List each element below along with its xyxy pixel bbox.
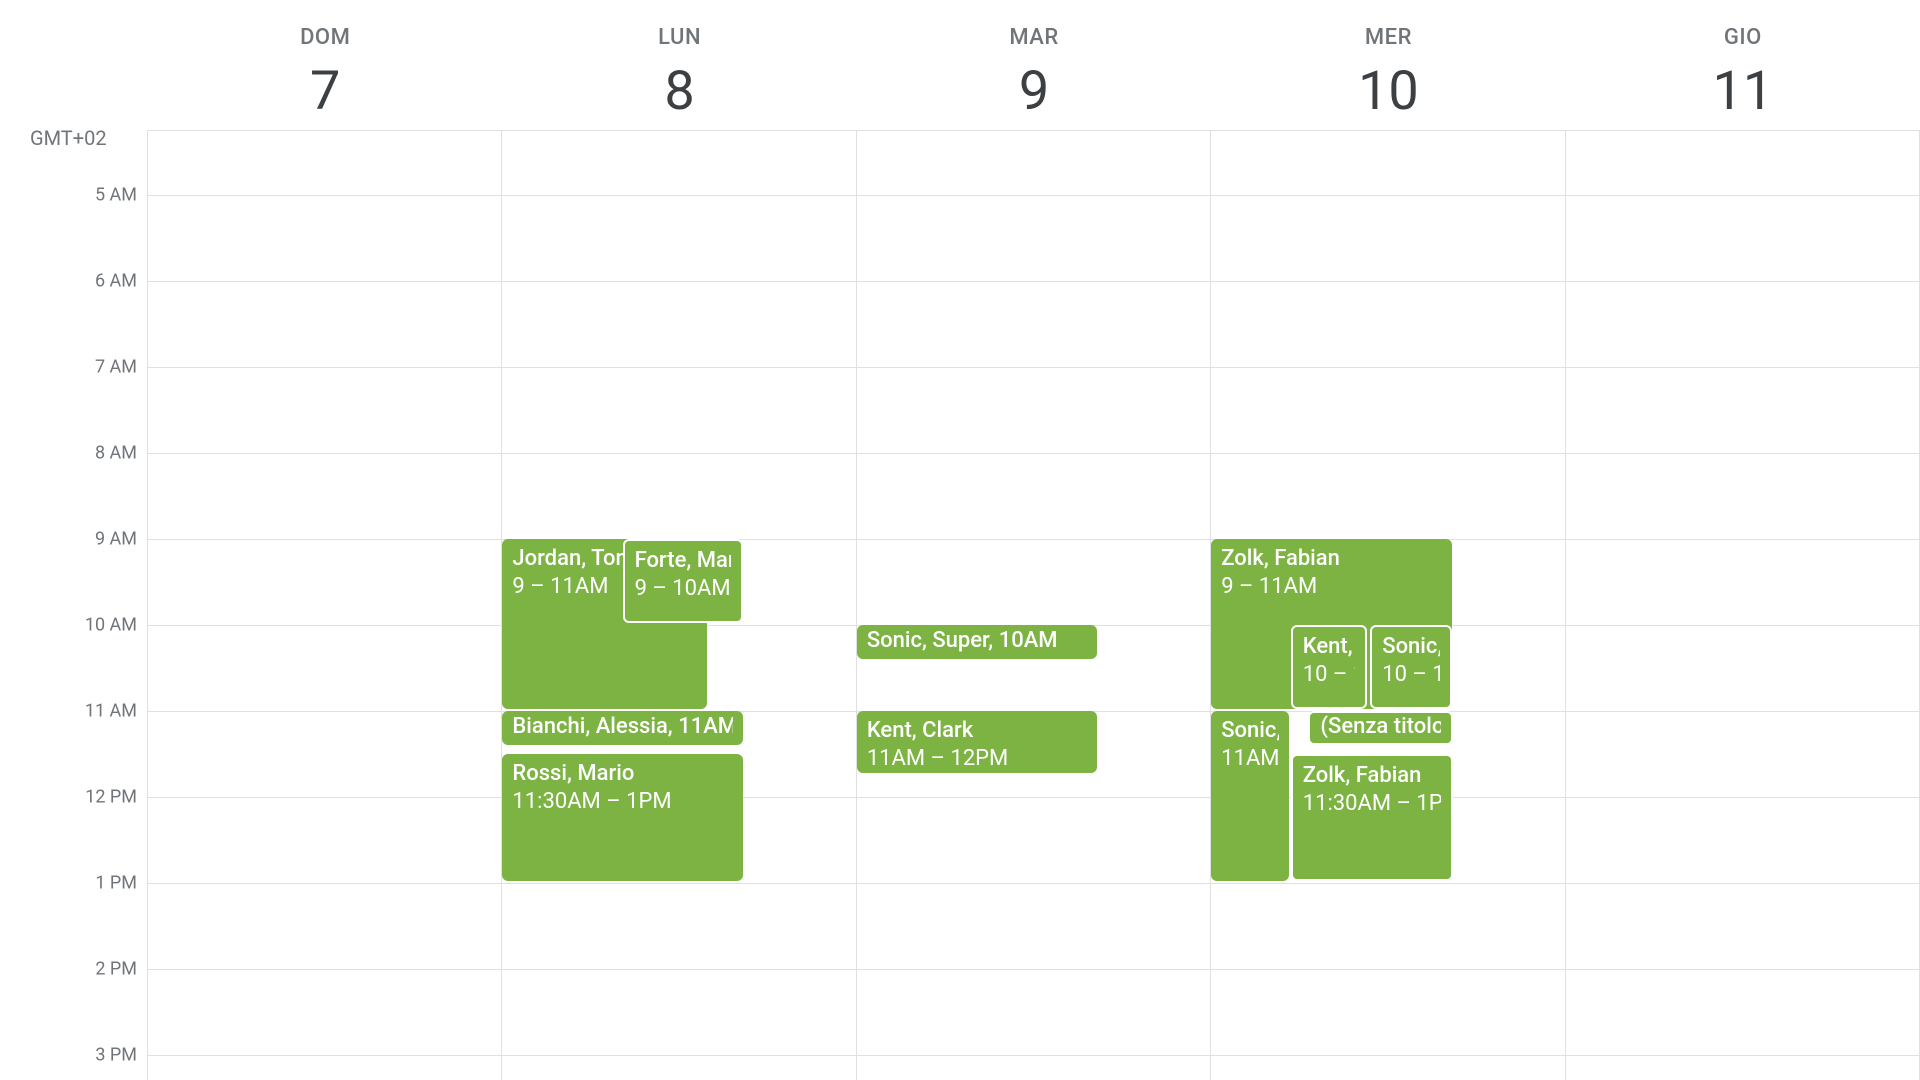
day-header[interactable]: DOM 7 (148, 0, 502, 130)
day-number: 8 (502, 60, 856, 123)
hour-label: 6 AM (95, 270, 137, 291)
day-header[interactable]: MAR 9 (857, 0, 1211, 130)
timezone-column: GMT+02 (0, 0, 148, 130)
calendar-header: GMT+02 DOM 7LUN 8MAR 9MER 10GIO 11 (0, 0, 1920, 130)
day-header[interactable]: LUN 8 (502, 0, 856, 130)
calendar-event[interactable]: Bianchi, Alessia, 11AM (502, 711, 742, 745)
day-number: 10 (1211, 60, 1565, 123)
event-time: 9 – 11AM (1221, 573, 1441, 602)
hour-label: 10 AM (85, 614, 137, 635)
calendar-week-view: GMT+02 DOM 7LUN 8MAR 9MER 10GIO 11 5 AM 6 AM 7 … (0, 0, 1920, 1080)
day-header[interactable]: MER 10 (1211, 0, 1565, 130)
day-header[interactable]: GIO 11 (1566, 0, 1920, 130)
calendar-event[interactable]: Rossi, Mario11:30AM – 1PM (502, 754, 742, 881)
event-time: 11:30AM – 1PM (512, 788, 732, 817)
calendar-event[interactable]: Kent, Clark10 – 11:30 (1291, 625, 1367, 709)
day-headers: DOM 7LUN 8MAR 9MER 10GIO 11 (148, 0, 1920, 130)
event-title: Kent, Clark (1303, 633, 1355, 662)
calendar-event[interactable]: (Senza titolo), 11 (1308, 711, 1453, 745)
day-column[interactable]: Sonic, Super, 10AM Kent, Clark11AM – 12PM (857, 130, 1211, 1080)
event-time: 11AM – (1221, 745, 1279, 774)
day-column[interactable]: Zolk, Fabian9 – 11AMKent, Clark10 – 11:3… (1211, 130, 1565, 1080)
hour-label: 2 PM (95, 958, 137, 979)
calendar-event[interactable]: Sonic, Super11AM – (1211, 711, 1289, 881)
day-of-week-label: LUN (502, 25, 856, 50)
day-column[interactable] (1566, 130, 1920, 1080)
calendar-grid: 5 AM 6 AM 7 AM 8 AM 9 AM 10 AM 11 AM 12 PM 1 PM 2… (0, 130, 1920, 1080)
hour-label: 3 PM (95, 1044, 137, 1065)
event-title: Sonic, Super (1221, 717, 1279, 746)
calendar-event[interactable]: Sonic, Super10 – 11AM (1370, 625, 1451, 709)
event-time: 10 – 11AM (1382, 661, 1439, 690)
hour-label: 9 AM (95, 528, 137, 549)
calendar-event[interactable]: Kent, Clark11AM – 12PM (857, 711, 1097, 774)
hour-label: 12 PM (85, 786, 137, 807)
event-title: Bianchi, Alessia, 11AM (512, 713, 732, 742)
event-title: (Senza titolo), 11 (1320, 713, 1441, 742)
hour-label: 7 AM (95, 356, 137, 377)
event-title: Zolk, Fabian (1303, 762, 1442, 791)
day-number: 9 (857, 60, 1211, 123)
calendar-event[interactable]: Zolk, Fabian11:30AM – 1PM (1291, 754, 1454, 881)
hour-label: 1 PM (95, 872, 137, 893)
day-column[interactable] (148, 130, 502, 1080)
event-title: Sonic, Super, 10AM (867, 627, 1058, 656)
day-number: 7 (148, 60, 502, 123)
calendar-event[interactable]: Sonic, Super, 10AM (857, 625, 1097, 659)
event-time: 11AM – 12PM (867, 745, 1087, 773)
event-time: 11:30AM – 1PM (1303, 790, 1442, 819)
hour-label: 5 AM (95, 184, 137, 205)
day-of-week-label: DOM (148, 25, 502, 50)
day-of-week-label: MER (1211, 25, 1565, 50)
hour-label: 11 AM (85, 700, 137, 721)
event-title: Forte, Marco (635, 547, 731, 576)
event-title: Kent, Clark (867, 717, 1087, 746)
day-column[interactable]: Jordan, Tom9 – 11AMForte, Marco9 – 10AMB… (502, 130, 856, 1080)
day-of-week-label: GIO (1566, 25, 1920, 50)
day-of-week-label: MAR (857, 25, 1211, 50)
calendar-event[interactable]: Forte, Marco9 – 10AM (623, 539, 743, 623)
event-title: Sonic, Super (1382, 633, 1439, 662)
event-time: 10 – 11:30 (1303, 661, 1355, 690)
day-number: 11 (1566, 60, 1920, 123)
hour-label: 8 AM (95, 442, 137, 463)
time-column: 5 AM 6 AM 7 AM 8 AM 9 AM 10 AM 11 AM 12 PM 1 PM 2… (0, 130, 148, 1080)
event-title: Zolk, Fabian (1221, 545, 1441, 574)
events-area: Jordan, Tom9 – 11AMForte, Marco9 – 10AMB… (148, 130, 1920, 1080)
event-time: 9 – 10AM (635, 575, 731, 604)
event-title: Rossi, Mario (512, 760, 732, 789)
